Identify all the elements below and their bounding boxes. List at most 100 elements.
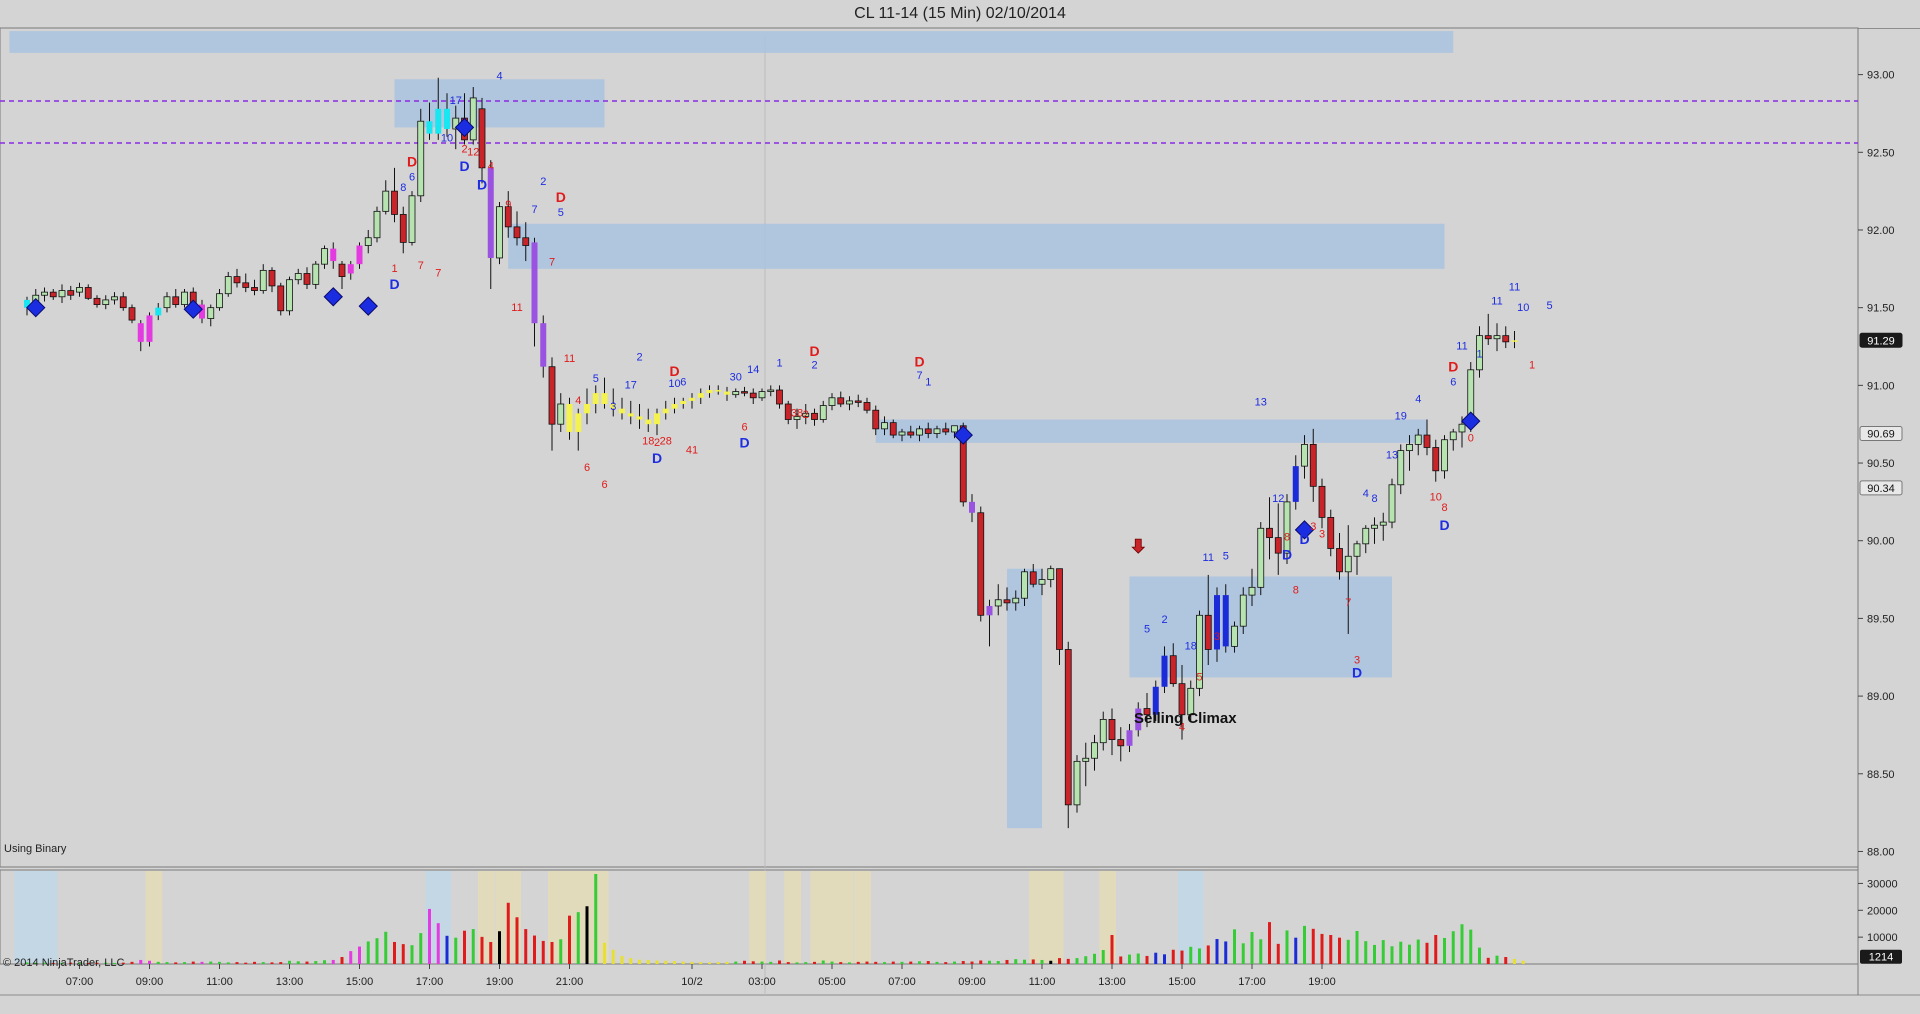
volume-bar: [1101, 950, 1105, 964]
bar-count-label: 5: [1546, 300, 1552, 312]
price-marker-label: 91.29: [1867, 335, 1895, 347]
bar-count-label: 2: [636, 351, 642, 363]
volume-bar: [428, 908, 431, 964]
time-tick-label: 21:00: [556, 976, 584, 988]
candle-body: [636, 416, 643, 420]
bar-count-label: D: [1282, 546, 1292, 562]
volume-bar: [611, 949, 615, 964]
volume-bar: [1075, 958, 1079, 964]
candle-body: [689, 397, 695, 401]
bar-count-label: 8: [1441, 502, 1447, 514]
bar-count-label: 2: [1161, 614, 1167, 626]
volume-bar: [1259, 939, 1263, 964]
bar-count-label: 3: [1310, 521, 1316, 533]
volume-bar: [1119, 956, 1123, 964]
candle-body: [1423, 434, 1431, 448]
volume-bar: [769, 961, 773, 964]
volume-bar: [1513, 958, 1516, 964]
candle-body: [1257, 527, 1265, 588]
candle-body: [828, 397, 836, 406]
volume-bar: [944, 962, 948, 964]
candle-body: [312, 263, 320, 285]
candle-body: [1029, 571, 1037, 585]
bar-count-label: 7: [418, 260, 424, 272]
candle-body: [1117, 739, 1125, 747]
candle-body: [1493, 335, 1501, 340]
time-tick-label: 07:00: [888, 976, 916, 988]
candle-body: [1038, 579, 1046, 585]
candle-body: [181, 291, 188, 305]
volume-bar: [1381, 940, 1385, 964]
candle-body: [1309, 443, 1317, 487]
bar-count-label: D: [1352, 664, 1362, 680]
candle-body: [881, 422, 888, 430]
volume-bar: [1425, 942, 1429, 964]
volume-bar: [673, 961, 676, 964]
candle-body: [863, 402, 871, 411]
volume-bar: [979, 960, 983, 964]
candle-body: [172, 296, 180, 305]
bar-count-label: 30: [730, 372, 742, 384]
price-tick-label: 93.00: [1867, 70, 1895, 82]
volume-highlight-band: [145, 871, 163, 963]
volume-tick-label: 20000: [1867, 905, 1898, 917]
volume-bar: [708, 962, 711, 964]
candle-body: [540, 323, 547, 367]
volume-bar: [786, 962, 790, 964]
candle-body: [76, 287, 83, 293]
volume-highlight-band: [810, 871, 854, 963]
volume-bar: [209, 961, 213, 964]
candle-body: [347, 264, 354, 274]
candle-body: [767, 389, 775, 392]
candle-body: [1169, 655, 1177, 685]
candle-body: [373, 210, 381, 239]
candle-body: [1091, 742, 1098, 759]
volume-bar: [760, 961, 764, 964]
candle-body: [146, 315, 153, 342]
bar-count-label: 3: [610, 401, 616, 413]
volume-bar: [839, 962, 843, 964]
volume-bar: [681, 961, 685, 964]
candle-body: [1458, 423, 1466, 433]
candle-body: [155, 307, 162, 316]
volume-bar: [375, 938, 379, 964]
candle-body: [557, 403, 565, 425]
candle-body: [1126, 730, 1133, 746]
candle-body: [102, 299, 110, 305]
bar-count-label: 7: [1345, 597, 1351, 609]
candle-body: [207, 307, 215, 319]
candle-body: [444, 108, 450, 129]
candle-body: [303, 273, 311, 285]
supply-demand-zone: [9, 31, 1454, 53]
volume-bar: [323, 960, 326, 964]
volume-bar: [156, 961, 160, 964]
chart-canvas[interactable]: 417102 127 4DD 29 7D5711D681D77115466317218 2…: [0, 0, 1920, 1014]
price-tick-label: 92.00: [1867, 225, 1895, 237]
candle-body: [1099, 718, 1107, 744]
volume-bar: [1338, 937, 1341, 964]
volume-bar: [821, 960, 825, 964]
volume-bar: [620, 955, 624, 964]
volume-bar: [1408, 944, 1411, 964]
volume-bar: [1005, 959, 1009, 964]
volume-bar: [1136, 953, 1140, 964]
volume-bar: [865, 961, 869, 964]
supply-demand-zone: [1007, 568, 1042, 829]
candle-body: [1397, 450, 1405, 486]
bar-count-label: 6: [409, 171, 415, 183]
volume-bar: [463, 930, 466, 964]
volume-bar: [856, 961, 860, 964]
volume-bar: [148, 960, 151, 964]
volume-bar: [1014, 959, 1018, 964]
candle-body: [67, 290, 75, 296]
volume-bar: [813, 961, 816, 964]
bar-count-label: 7: [916, 370, 922, 382]
volume-bar: [489, 941, 493, 964]
candle-body: [224, 276, 232, 295]
candle-body: [969, 501, 975, 513]
bar-count-label: 4: [575, 395, 581, 407]
candle-body: [1239, 594, 1247, 627]
volume-bar: [305, 961, 309, 964]
volume-bar: [1364, 941, 1368, 964]
volume-bar: [1206, 945, 1210, 964]
